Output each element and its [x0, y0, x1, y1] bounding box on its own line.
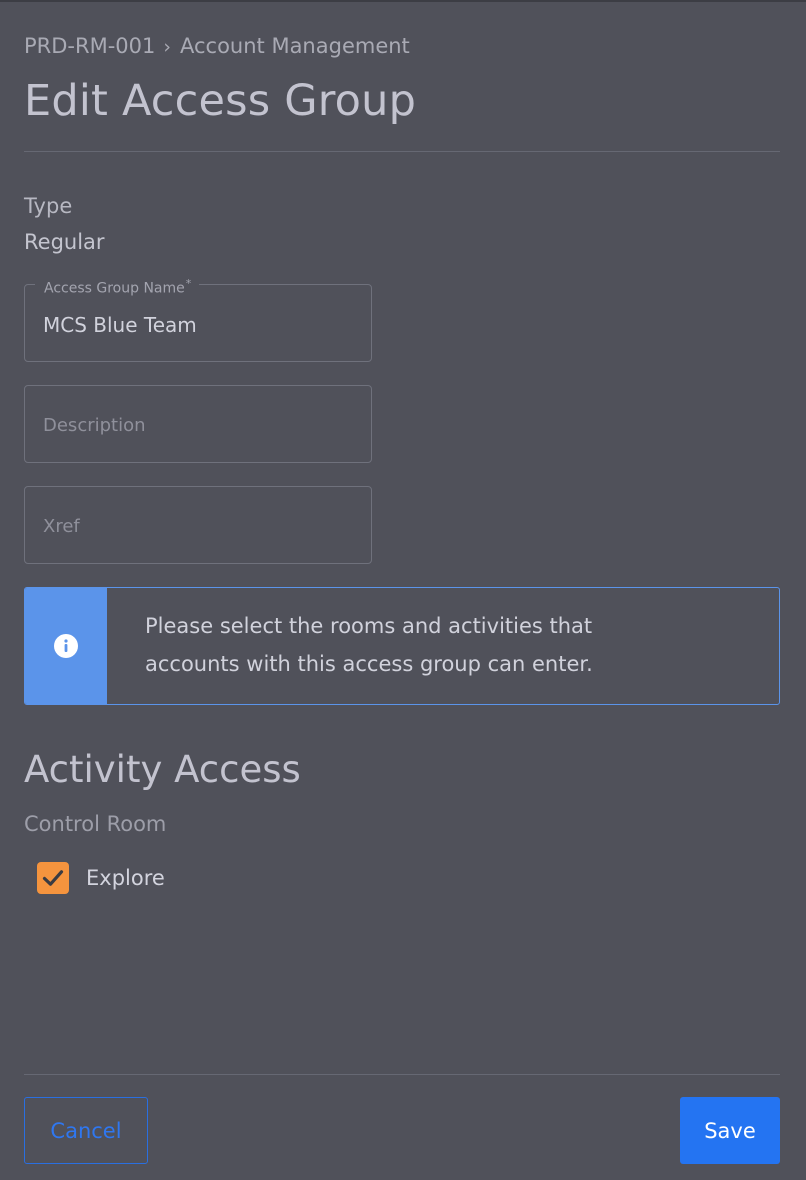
activity-item-explore[interactable]: Explore: [37, 861, 165, 895]
info-icon: [54, 634, 78, 658]
access-group-name-input[interactable]: [43, 287, 353, 363]
info-banner-line-1: Please select the rooms and activities t…: [145, 614, 593, 638]
description-field[interactable]: [24, 385, 372, 463]
info-banner: Please select the rooms and activities t…: [24, 587, 780, 705]
description-input[interactable]: [43, 386, 353, 462]
info-banner-line-2: accounts with this access group can ente…: [145, 652, 593, 676]
cancel-button[interactable]: Cancel: [24, 1097, 148, 1164]
header-divider: [24, 151, 780, 152]
type-value: Regular: [24, 230, 105, 254]
xref-field[interactable]: [24, 486, 372, 564]
breadcrumb-separator: ›: [163, 36, 171, 58]
explore-checkbox-label[interactable]: Explore: [86, 866, 165, 890]
activity-access-title: Activity Access: [24, 748, 301, 791]
info-banner-accent: [25, 588, 107, 704]
xref-input[interactable]: [43, 487, 353, 563]
save-button[interactable]: Save: [680, 1097, 780, 1164]
explore-checkbox[interactable]: [37, 862, 69, 894]
page-title: Edit Access Group: [24, 76, 417, 126]
type-label: Type: [24, 194, 73, 218]
checkmark-icon: [42, 870, 64, 886]
footer-divider: [24, 1074, 780, 1075]
breadcrumb-section[interactable]: Account Management: [180, 34, 410, 58]
control-room-label: Control Room: [24, 812, 167, 836]
breadcrumb-code[interactable]: PRD-RM-001: [24, 34, 155, 58]
access-group-name-field[interactable]: Access Group Name*: [24, 275, 372, 363]
info-banner-text: Please select the rooms and activities t…: [145, 607, 745, 683]
breadcrumb: PRD-RM-001 › Account Management: [24, 34, 410, 58]
